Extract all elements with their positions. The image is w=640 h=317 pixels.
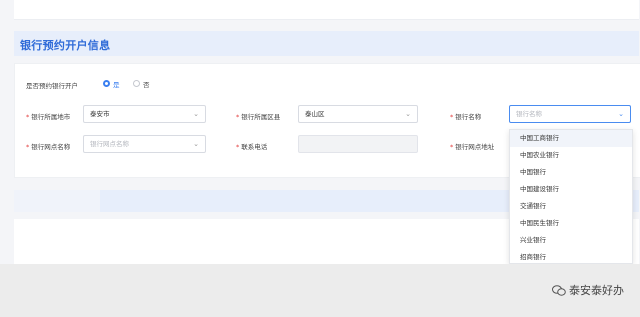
- bottom-overlay: [0, 264, 640, 317]
- dropdown-option[interactable]: 中国民生银行: [510, 215, 632, 232]
- radio-no-label[interactable]: 否: [143, 79, 150, 89]
- chevron-down-icon: ⌄: [405, 110, 411, 118]
- section-title: 银行预约开户信息: [20, 39, 111, 52]
- branch-placeholder: 银行网点名称: [90, 140, 129, 148]
- chevron-down-icon: ⌄: [193, 110, 199, 118]
- district-value: 泰山区: [305, 110, 325, 118]
- branch-select[interactable]: 银行网点名称 ⌄: [83, 135, 206, 153]
- phone-input[interactable]: [298, 135, 418, 153]
- bank-name-label: * 银行名称: [450, 113, 482, 121]
- district-label: * 银行所属区县: [236, 113, 281, 121]
- district-select[interactable]: 泰山区 ⌄: [298, 105, 418, 123]
- city-select[interactable]: 泰安市 ⌄: [83, 105, 206, 123]
- appointment-label: 是否预约银行开户: [26, 82, 78, 90]
- dropdown-option[interactable]: 交通银行: [510, 198, 632, 215]
- wechat-icon: [552, 285, 566, 296]
- city-label: * 银行所属地市: [26, 113, 71, 121]
- dropdown-option[interactable]: 中国工商银行: [510, 130, 632, 147]
- radio-yes-label[interactable]: 是: [113, 79, 120, 89]
- radio-yes[interactable]: [103, 80, 110, 87]
- dropdown-option[interactable]: 中国银行: [510, 164, 632, 181]
- bank-name-select[interactable]: 银行名称 ⌄: [509, 105, 631, 123]
- branch-label: * 银行网点名称: [26, 143, 71, 151]
- bank-name-placeholder: 银行名称: [516, 110, 542, 118]
- dropdown-option[interactable]: 中国建设银行: [510, 181, 632, 198]
- phone-label: * 联系电话: [236, 143, 268, 151]
- watermark-text: 泰安泰好办: [569, 284, 624, 297]
- dropdown-option[interactable]: 兴业银行: [510, 232, 632, 249]
- section-header-2-left: [14, 190, 100, 212]
- chevron-up-icon: ⌄: [618, 110, 624, 118]
- radio-no[interactable]: [133, 80, 140, 87]
- dropdown-option[interactable]: 中国农业银行: [510, 147, 632, 164]
- chevron-down-icon: ⌄: [193, 140, 199, 148]
- dropdown-option[interactable]: 招商银行: [510, 249, 632, 263]
- watermark: 泰安泰好办: [552, 282, 624, 298]
- address-label: * 银行网点地址: [450, 143, 495, 151]
- top-card: [14, 0, 639, 20]
- bank-name-dropdown: 中国工商银行 中国农业银行 中国银行 中国建设银行 交通银行 中国民生银行 兴业银行 招商银行: [509, 129, 633, 264]
- city-value: 泰安市: [90, 110, 110, 118]
